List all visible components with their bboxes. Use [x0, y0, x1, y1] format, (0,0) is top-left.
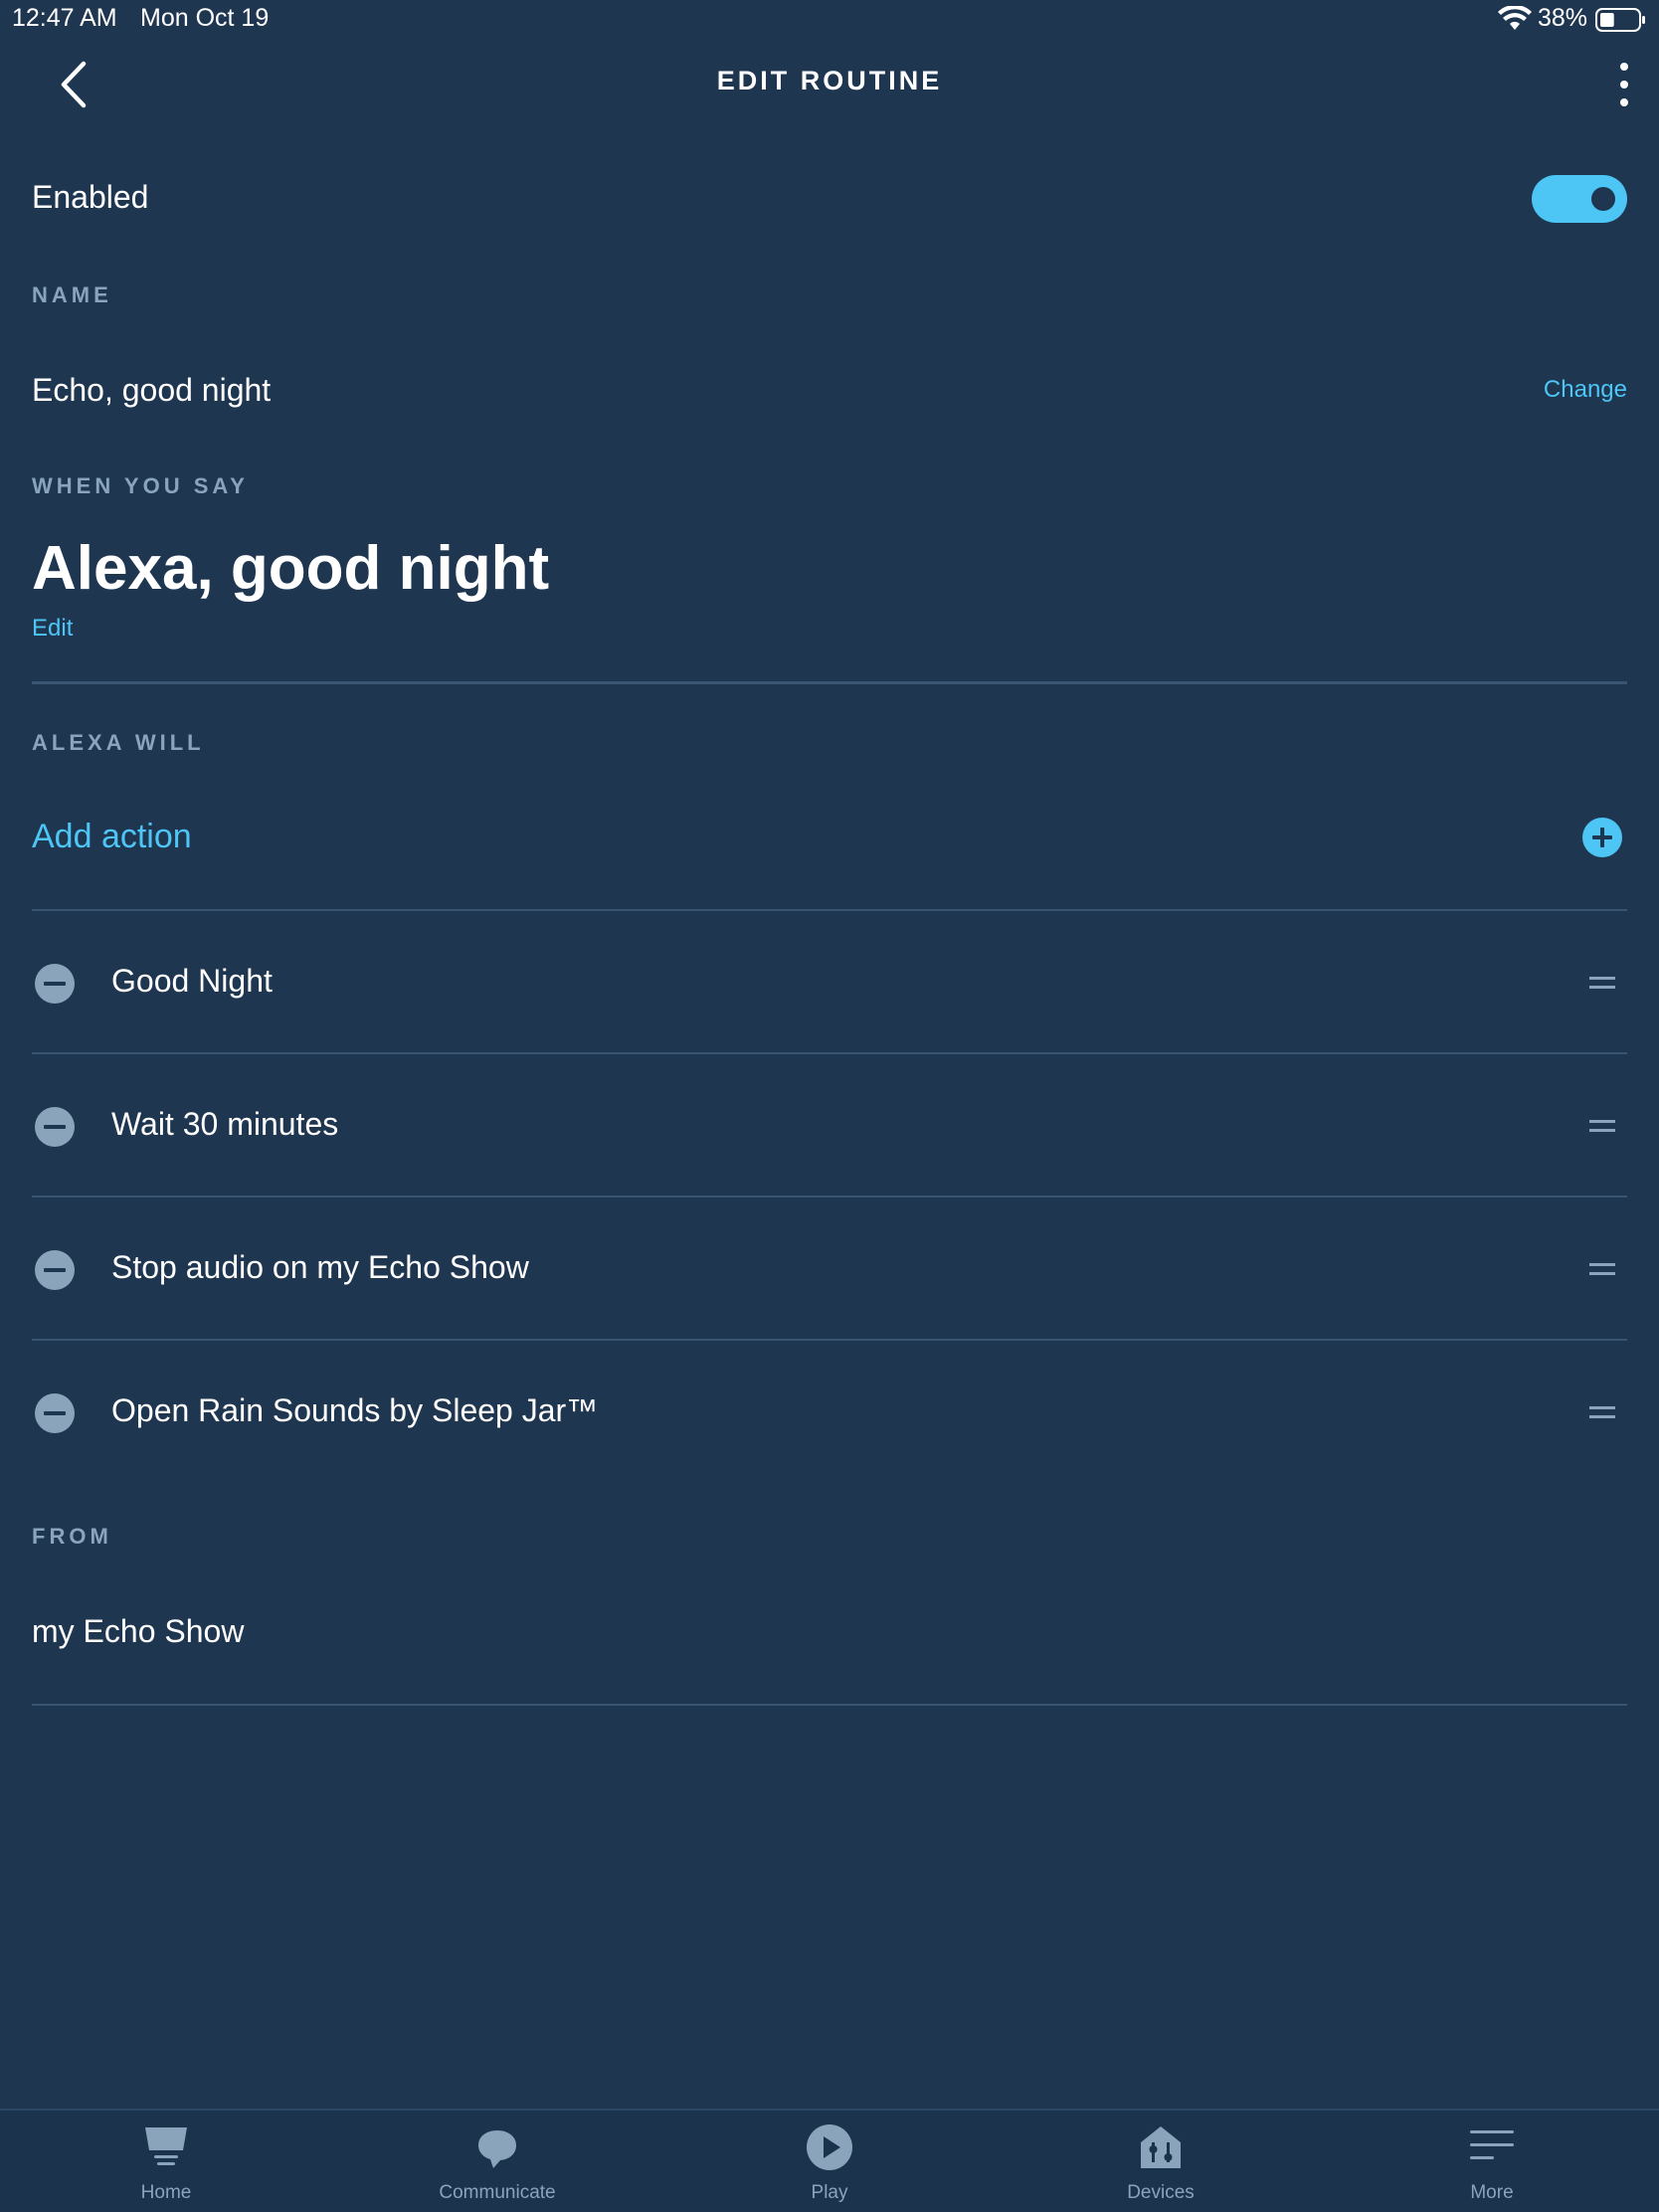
minus-circle-icon[interactable]	[34, 1106, 76, 1148]
action-row[interactable]: Open Rain Sounds by Sleep Jar™	[32, 1341, 1627, 1484]
chat-bubble-icon	[478, 2130, 516, 2168]
drag-handle-icon[interactable]	[1589, 1116, 1615, 1136]
nav-item-home[interactable]: Home	[67, 2124, 266, 2208]
battery-percent: 38%	[1538, 4, 1588, 32]
home-icon	[145, 2127, 187, 2165]
plus-circle-icon[interactable]	[1581, 817, 1623, 858]
section-divider	[32, 681, 1627, 684]
action-label: Open Rain Sounds by Sleep Jar™	[111, 1392, 599, 1428]
action-row[interactable]: Good Night	[32, 911, 1627, 1054]
action-label: Stop audio on my Echo Show	[111, 1249, 529, 1285]
from-device[interactable]: my Echo Show	[32, 1613, 244, 1650]
menu-lines-icon	[1470, 2130, 1514, 2159]
nav-item-more[interactable]: More	[1392, 2124, 1591, 2208]
nav-item-play[interactable]: Play	[730, 2124, 929, 2208]
minus-circle-icon[interactable]	[34, 1392, 76, 1434]
wifi-icon	[1498, 6, 1532, 30]
routine-name: Echo, good night	[32, 372, 272, 408]
trigger-phrase: Alexa, good night	[32, 534, 550, 603]
minus-circle-icon[interactable]	[34, 1249, 76, 1291]
edit-routine-screen: 12:47 AM Mon Oct 19 38% EDIT ROUTINE Ena…	[0, 0, 1659, 2212]
more-vertical-icon[interactable]	[1609, 58, 1639, 111]
name-section-label: NAME	[32, 282, 112, 307]
devices-icon	[1141, 2126, 1181, 2168]
nav-label: Home	[140, 2182, 192, 2203]
when-section-label: WHEN YOU SAY	[32, 473, 249, 498]
header: EDIT ROUTINE	[0, 44, 1659, 123]
row-divider	[32, 1704, 1627, 1706]
status-time: 12:47 AM	[12, 4, 117, 32]
drag-handle-icon[interactable]	[1589, 1259, 1615, 1279]
actions-section-label: ALEXA WILL	[32, 730, 205, 755]
nav-item-communicate[interactable]: Communicate	[398, 2124, 597, 2208]
drag-handle-icon[interactable]	[1589, 1402, 1615, 1422]
nav-item-devices[interactable]: Devices	[1061, 2124, 1260, 2208]
nav-label: Communicate	[439, 2182, 556, 2203]
status-date: Mon Oct 19	[140, 4, 270, 32]
play-icon	[807, 2124, 852, 2170]
battery-icon	[1595, 8, 1645, 32]
nav-label: Devices	[1127, 2182, 1195, 2203]
minus-circle-icon[interactable]	[34, 963, 76, 1005]
add-action-button[interactable]: Add action	[32, 818, 192, 856]
edit-phrase-link[interactable]: Edit	[32, 615, 73, 643]
change-name-link[interactable]: Change	[1544, 376, 1627, 404]
nav-label: Play	[811, 2182, 848, 2203]
status-bar: 12:47 AM Mon Oct 19 38%	[0, 0, 1659, 40]
bottom-nav: Home Communicate Play Devices More	[0, 2109, 1659, 2212]
enabled-toggle[interactable]	[1532, 175, 1627, 223]
nav-label: More	[1470, 2182, 1514, 2203]
drag-handle-icon[interactable]	[1589, 973, 1615, 993]
action-row[interactable]: Wait 30 minutes	[32, 1054, 1627, 1198]
action-label: Wait 30 minutes	[111, 1106, 339, 1142]
toggle-knob	[1591, 187, 1615, 211]
page-title: EDIT ROUTINE	[716, 66, 943, 95]
from-section-label: FROM	[32, 1524, 112, 1549]
action-row[interactable]: Stop audio on my Echo Show	[32, 1198, 1627, 1341]
enabled-label: Enabled	[32, 179, 149, 215]
action-label: Good Night	[111, 963, 273, 999]
